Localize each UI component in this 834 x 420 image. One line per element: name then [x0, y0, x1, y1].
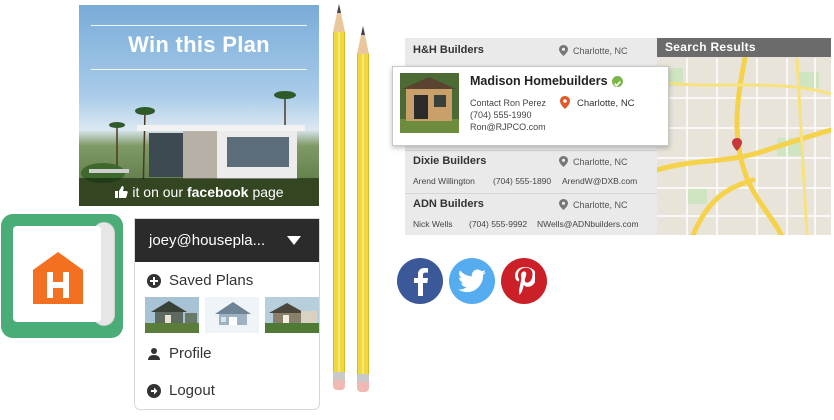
- menu-label-logout: Logout: [169, 382, 215, 399]
- builder-row[interactable]: ADN Builders Charlotte, NC Nick Wells (7…: [405, 198, 657, 232]
- builder-row[interactable]: Dixie Builders Charlotte, NC Arend Willi…: [405, 155, 657, 189]
- twitter-bird-icon: [458, 269, 486, 293]
- user-icon: [148, 347, 160, 360]
- twitter-button[interactable]: [449, 258, 495, 304]
- builder-photo: [400, 73, 459, 133]
- promo-title: Win this Plan: [128, 32, 270, 57]
- builder-email: NWells@ADNbuilders.com: [537, 219, 639, 229]
- menu-item-profile[interactable]: Profile: [135, 345, 319, 362]
- builder-city: Charlotte, NC: [573, 200, 628, 210]
- verified-check-icon: [612, 76, 623, 87]
- chevron-down-icon[interactable]: [287, 236, 301, 245]
- featured-phone: (704) 555-1990: [470, 110, 532, 120]
- house-h-logo-icon: [33, 252, 83, 304]
- featured-builder-card[interactable]: Madison Homebuilders Contact Ron Perez C…: [392, 66, 669, 146]
- pencil-tip: [333, 4, 345, 32]
- builder-city: Charlotte, NC: [573, 157, 628, 167]
- menu-label-saved-plans: Saved Plans: [169, 272, 254, 289]
- pinterest-icon: [515, 267, 535, 295]
- saved-plan-thumb-1[interactable]: [145, 297, 199, 333]
- menu-item-saved-plans[interactable]: Saved Plans: [135, 272, 319, 289]
- facebook-promo-bar[interactable]: it on our facebook page: [79, 178, 319, 206]
- facebook-icon: [414, 268, 428, 296]
- account-header[interactable]: joey@housepla...: [135, 219, 319, 262]
- builder-name: ADN Builders: [413, 198, 484, 210]
- saved-plan-thumbnails: [135, 297, 319, 333]
- row-divider: [405, 193, 657, 194]
- featured-builder-name[interactable]: Madison Homebuilders: [470, 74, 608, 88]
- saved-plan-thumb-2[interactable]: [205, 297, 259, 333]
- account-dropdown: joey@housepla... Saved Plans Profile Log…: [134, 218, 320, 410]
- builder-city: Charlotte, NC: [573, 46, 628, 56]
- map-title: Search Results: [657, 38, 831, 57]
- account-email: joey@housepla...: [149, 232, 266, 249]
- street-map: [657, 38, 831, 235]
- win-plan-promo[interactable]: Win this Plan it on our facebook page: [79, 5, 319, 206]
- map-pin-icon: [559, 45, 568, 56]
- fb-suffix: page: [252, 184, 284, 200]
- featured-contact: Contact Ron Perez: [470, 98, 547, 108]
- featured-email[interactable]: Ron@RJPCO.com: [470, 122, 546, 132]
- menu-label-profile: Profile: [169, 345, 212, 362]
- builder-phone: (704) 555-1890: [493, 176, 552, 186]
- promo-bottom-rule: [91, 69, 307, 70]
- map-pin-icon: [559, 199, 568, 210]
- thumbs-up-icon: [115, 186, 129, 198]
- builder-email: ArendW@DXB.com: [562, 176, 638, 186]
- plus-circle-icon: [147, 273, 161, 288]
- fb-prefix: it on our: [132, 184, 183, 200]
- pinterest-button[interactable]: [501, 258, 547, 304]
- menu-item-logout[interactable]: Logout: [135, 382, 319, 399]
- facebook-wordmark: facebook: [186, 184, 249, 200]
- app-logo: [1, 214, 123, 338]
- pencil-tip: [357, 26, 369, 54]
- builder-name: Dixie Builders: [413, 155, 487, 167]
- row-divider: [405, 150, 657, 151]
- arrow-right-circle-icon: [147, 383, 161, 398]
- featured-city: Charlotte, NC: [577, 98, 635, 109]
- builder-name: H&H Builders: [413, 44, 484, 56]
- map-pin-icon: [560, 96, 570, 109]
- promo-top-rule: [91, 25, 307, 26]
- builder-contact: Arend Willington: [413, 176, 475, 186]
- builder-phone: (704) 555-9992: [469, 219, 528, 229]
- builder-contact: Nick Wells: [413, 219, 453, 229]
- results-map[interactable]: Search Results: [657, 38, 831, 235]
- map-pin-icon: [559, 156, 568, 167]
- saved-plan-thumb-3[interactable]: [265, 297, 319, 333]
- facebook-button[interactable]: [397, 258, 443, 304]
